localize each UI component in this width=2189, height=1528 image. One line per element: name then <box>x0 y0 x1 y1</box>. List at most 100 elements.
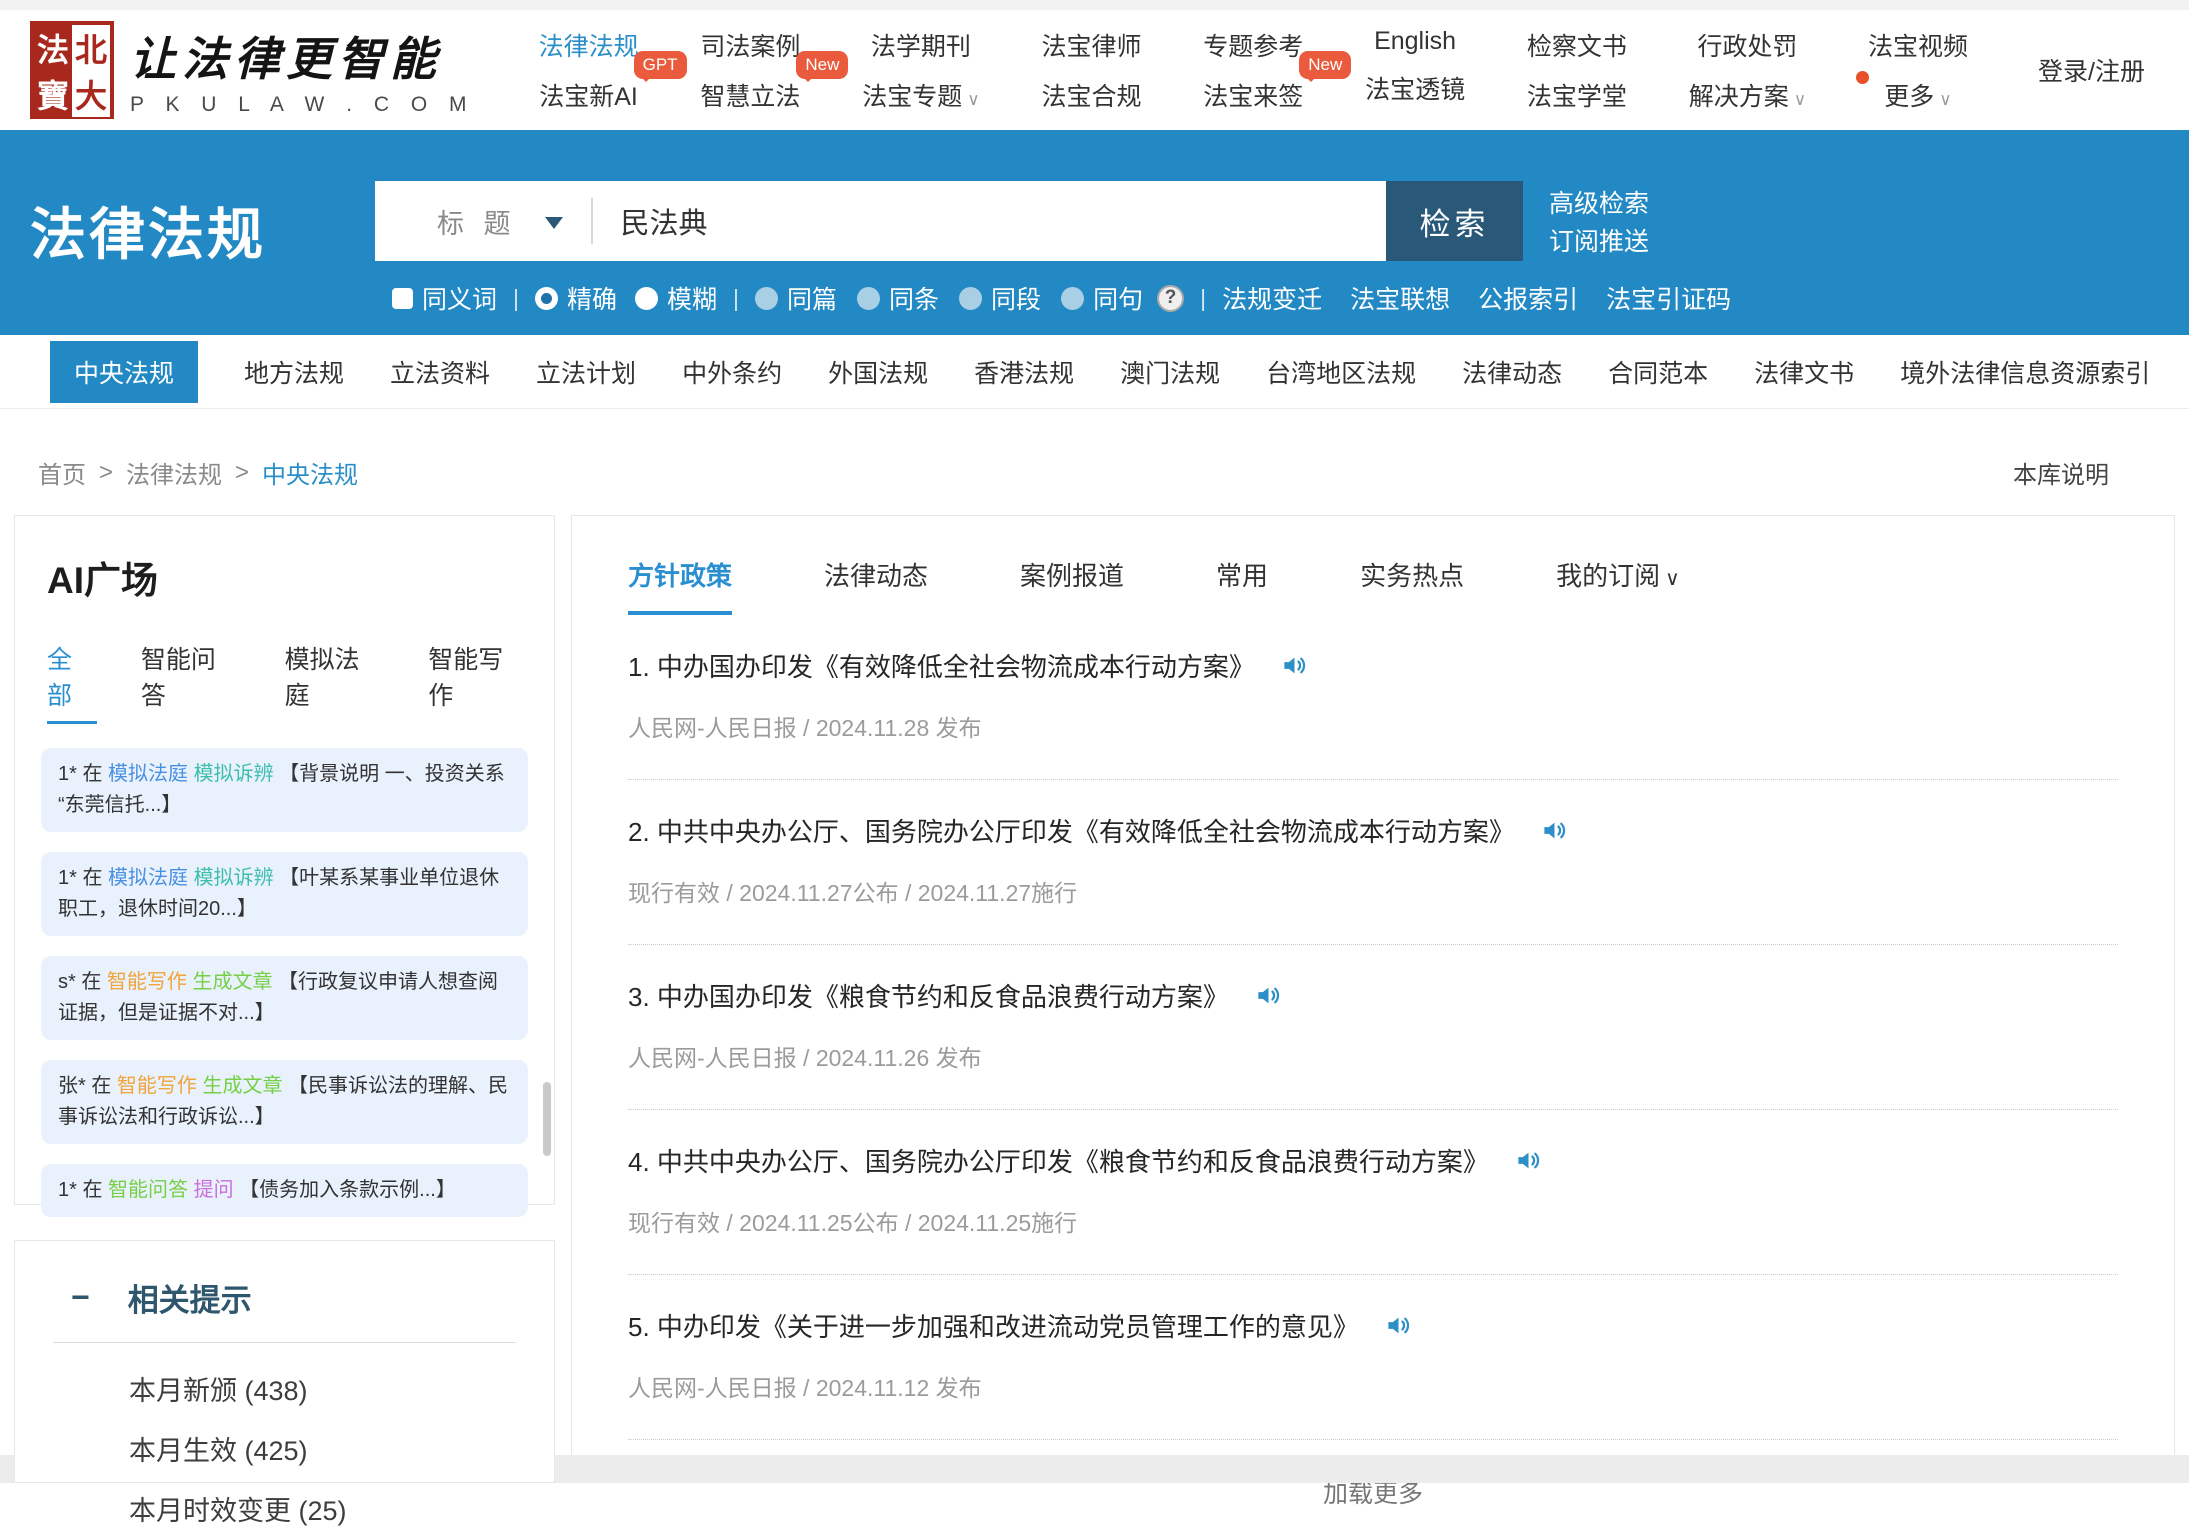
exact-match-option[interactable]: 精确 <box>535 280 617 316</box>
content-tab[interactable]: 实务热点∨ <box>1360 556 1464 615</box>
content-tab[interactable]: 案例报道∨ <box>1020 556 1124 615</box>
module-link[interactable]: 智能问答 <box>108 1179 188 1201</box>
module-link[interactable]: 模拟法庭 <box>108 867 188 889</box>
scope-option[interactable]: 同段 <box>959 280 1041 316</box>
category-tab[interactable]: 境外法律信息资源索引 <box>1900 341 2150 403</box>
article-title-link[interactable]: 1. 中办国办印发《有效降低全社会物流成本行动方案》 <box>628 647 2118 684</box>
action-link[interactable]: 模拟诉辨 <box>194 867 274 889</box>
synonym-option[interactable]: 同义词 <box>392 280 497 316</box>
content-tab[interactable]: 常用∨ <box>1216 556 1268 615</box>
breadcrumb-home[interactable]: 首页 <box>38 455 86 490</box>
breadcrumb-section[interactable]: 法律法规 <box>126 455 222 490</box>
synonym-checkbox[interactable] <box>392 288 413 309</box>
speaker-icon[interactable] <box>1385 1312 1412 1339</box>
category-tab[interactable]: 澳门法规 <box>1120 341 1220 403</box>
scope-label: 同段 <box>991 280 1041 316</box>
collapse-icon[interactable]: − <box>71 1279 90 1316</box>
action-link[interactable]: 生成文章 <box>202 1075 282 1097</box>
scope-radio[interactable] <box>755 287 778 310</box>
scope-option[interactable]: 同篇 <box>755 280 837 316</box>
ai-feed-item[interactable]: 1* 在 模拟法庭 模拟诉辨 【叶某系某事业单位退休职工，退休时间20...】 <box>41 852 528 936</box>
fuzzy-radio[interactable] <box>635 287 658 310</box>
help-icon[interactable]: ? <box>1157 285 1184 312</box>
speaker-icon[interactable] <box>1255 982 1282 1009</box>
search-extra-link[interactable]: 法规变迁 <box>1222 280 1322 316</box>
ai-plaza-tab[interactable]: 智能写作 <box>428 640 528 724</box>
ai-plaza-title: AI广场 <box>47 550 528 604</box>
category-tab[interactable]: 合同范本 <box>1608 341 1708 403</box>
subscribe-push-link[interactable]: 订阅推送 <box>1549 222 1649 258</box>
search-extra-link[interactable]: 法宝引证码 <box>1606 280 1731 316</box>
nav-item[interactable]: 法学期刊 法宝专题∨ <box>862 27 979 113</box>
related-tip-link[interactable]: 本月时效变更 (25) <box>129 1489 516 1528</box>
scope-radio[interactable] <box>959 287 982 310</box>
article-title-link[interactable]: 3. 中办国办印发《粮食节约和反食品浪费行动方案》 <box>628 977 2118 1014</box>
search-button[interactable]: 检索 <box>1386 181 1523 261</box>
scrollbar-thumb[interactable] <box>543 1082 551 1156</box>
search-field-select[interactable]: 标 题 <box>375 202 591 241</box>
category-tab[interactable]: 立法计划 <box>536 341 636 403</box>
pkulaw-logo[interactable]: 法 北 寶 大 让法律更智能 P K U L A W . C O M <box>30 21 475 119</box>
nav-item[interactable]: 法宝律师 法宝合规∨ <box>1041 27 1141 113</box>
ai-feed-item[interactable]: 1* 在 智能问答 提问 【债务加入条款示例...】 <box>41 1164 528 1217</box>
action-link[interactable]: 提问 <box>194 1179 234 1201</box>
related-tip-link[interactable]: 本月新颁 (438) <box>129 1369 516 1408</box>
category-tab[interactable]: 立法资料 <box>390 341 490 403</box>
action-link[interactable]: 生成文章 <box>192 971 272 993</box>
module-link[interactable]: 智能写作 <box>107 971 187 993</box>
pkulaw-seal-icon: 法 北 寶 大 <box>30 21 114 119</box>
scope-options: 同篇 同条 同段 同句 <box>755 280 1143 316</box>
nav-item-bottom-label: 法宝合规∨ <box>1041 77 1141 113</box>
fuzzy-match-option[interactable]: 模糊 <box>635 280 717 316</box>
ai-plaza-tab[interactable]: 全部 <box>47 640 97 724</box>
content-tab[interactable]: 法律动态∨ <box>824 556 928 615</box>
speaker-icon[interactable] <box>1515 1147 1542 1174</box>
speaker-icon[interactable] <box>1281 652 1308 679</box>
nav-item[interactable]: 行政处罚 解决方案∨ <box>1689 27 1806 113</box>
category-tab[interactable]: 法律动态 <box>1462 341 1562 403</box>
breadcrumb-current[interactable]: 中央法规 <box>262 455 358 490</box>
search-extra-link[interactable]: 公报索引 <box>1478 280 1578 316</box>
nav-item[interactable]: 专题参考 法宝来签∨ New <box>1203 27 1303 113</box>
action-link[interactable]: 模拟诉辨 <box>194 763 274 785</box>
nav-item[interactable]: 法宝视频 更多∨ <box>1868 27 1968 113</box>
category-tab[interactable]: 法律文书 <box>1754 341 1854 403</box>
category-tab[interactable]: 中央法规 <box>50 341 198 403</box>
advanced-search-link[interactable]: 高级检索 <box>1549 184 1649 220</box>
speaker-icon[interactable] <box>1541 817 1568 844</box>
nav-item[interactable]: 司法案例 智慧立法∨ New <box>700 27 800 113</box>
ai-feed-item[interactable]: 1* 在 模拟法庭 模拟诉辨 【背景说明 一、投资关系 “东莞信托...】 <box>41 748 528 832</box>
ai-plaza-tab[interactable]: 智能问答 <box>141 640 241 724</box>
article-title-link[interactable]: 2. 中共中央办公厅、国务院办公厅印发《有效降低全社会物流成本行动方案》 <box>628 812 2118 849</box>
search-input[interactable] <box>593 205 1386 238</box>
nav-item[interactable]: English 法宝透镜∨ <box>1365 27 1465 113</box>
scope-option[interactable]: 同条 <box>857 280 939 316</box>
article-title-link[interactable]: 4. 中共中央办公厅、国务院办公厅印发《粮食节约和反食品浪费行动方案》 <box>628 1142 2118 1179</box>
exact-radio[interactable] <box>535 287 558 310</box>
category-tab[interactable]: 中外条约 <box>682 341 782 403</box>
search-extra-link[interactable]: 法宝联想 <box>1350 280 1450 316</box>
category-tab[interactable]: 地方法规 <box>244 341 344 403</box>
scope-option[interactable]: 同句 <box>1061 280 1143 316</box>
article-title-link[interactable]: 5. 中办印发《关于进一步加强和改进流动党员管理工作的意见》 <box>628 1307 2118 1344</box>
nav-item[interactable]: 法律法规 法宝新AI∨ GPT <box>539 27 639 113</box>
library-description-link[interactable]: 本库说明 <box>2013 455 2109 490</box>
ai-feed-item[interactable]: 张* 在 智能写作 生成文章 【民事诉讼法的理解、民事诉讼法和行政诉讼...】 <box>41 1060 528 1144</box>
related-tip-link[interactable]: 本月生效 (425) <box>129 1429 516 1468</box>
content-tab[interactable]: 我的订阅∨ <box>1556 556 1680 615</box>
module-link[interactable]: 智能写作 <box>117 1075 197 1097</box>
scope-radio[interactable] <box>857 287 880 310</box>
nav-item[interactable]: 检察文书 法宝学堂∨ <box>1527 27 1627 113</box>
category-tab[interactable]: 香港法规 <box>974 341 1074 403</box>
category-tab[interactable]: 台湾地区法规 <box>1266 341 1416 403</box>
ai-plaza-tab[interactable]: 模拟法庭 <box>285 640 385 724</box>
ai-feed-item[interactable]: s* 在 智能写作 生成文章 【行政复议申请人想查阅证据，但是证据不对...】 <box>41 956 528 1040</box>
category-tab[interactable]: 外国法规 <box>828 341 928 403</box>
content-tab[interactable]: 方针政策∨ <box>628 556 732 615</box>
login-register-link[interactable]: 登录/注册 <box>2038 52 2145 88</box>
scope-radio[interactable] <box>1061 287 1084 310</box>
module-link[interactable]: 模拟法庭 <box>108 763 188 785</box>
nav-item-top-label: 法学期刊 <box>862 27 979 63</box>
new-badge: New <box>796 51 848 79</box>
item-content: 【债务加入条款示例...】 <box>239 1179 456 1201</box>
